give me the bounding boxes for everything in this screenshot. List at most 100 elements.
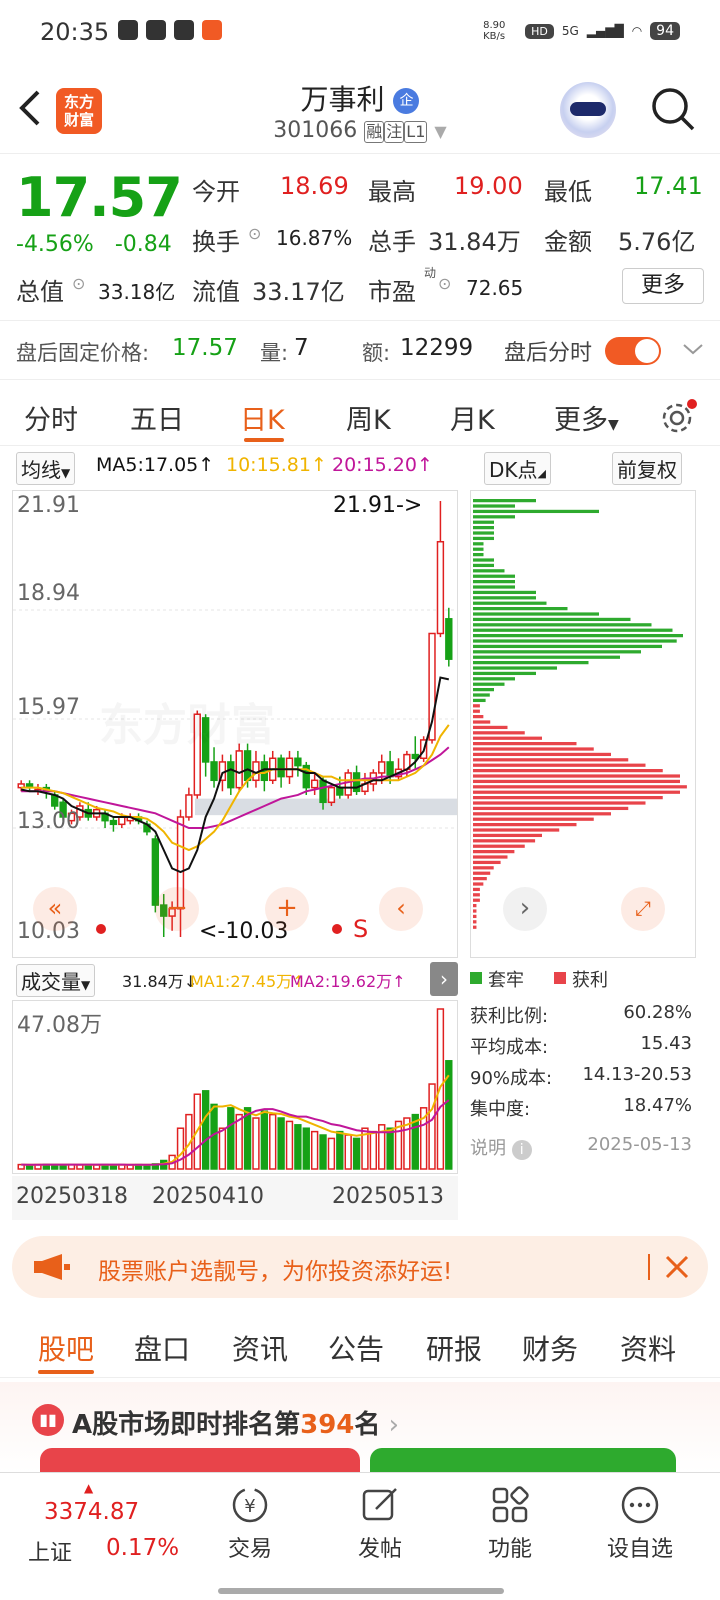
battery-icon: 94	[650, 22, 680, 40]
scroll-left-icon[interactable]: «	[33, 887, 77, 931]
y-tick: 21.91	[17, 493, 80, 518]
signal-dot	[96, 924, 106, 934]
info-icon[interactable]: ⊙	[438, 274, 451, 293]
float-value: 33.17亿	[252, 278, 345, 306]
tab-guba[interactable]: 股吧	[38, 1328, 94, 1368]
tab-research[interactable]: 研报	[426, 1328, 482, 1368]
chip-note-row: 说明 i 2025-05-13	[470, 1134, 706, 1165]
chip-bar-profit	[473, 898, 480, 902]
chip-bar-trapped	[473, 515, 515, 519]
volume-label: 总手	[368, 228, 416, 256]
promo-banner[interactable]: 股票账户选靓号，为你投资添好运!	[12, 1236, 708, 1298]
close-icon[interactable]	[664, 1254, 690, 1280]
chip-bar-trapped	[473, 655, 620, 659]
settings-gear-icon[interactable]	[660, 398, 698, 436]
candle-body	[378, 761, 386, 774]
tab-underline	[244, 438, 284, 442]
chevron-down-icon[interactable]	[682, 341, 704, 357]
info-icon[interactable]: ⊙	[248, 224, 261, 243]
home-indicator	[218, 1588, 504, 1594]
caret-down-icon: ▼	[608, 417, 619, 433]
step-left-icon[interactable]: ‹	[379, 887, 423, 931]
tab-news[interactable]: 资讯	[232, 1328, 288, 1368]
nav-trade[interactable]: ¥ 交易	[190, 1485, 310, 1563]
more-button[interactable]: 更多	[622, 268, 704, 304]
zoom-in-icon[interactable]: +	[265, 887, 309, 931]
kline-header: 均线▼ MA5:17.05↑ 10:15.81↑ 20:15.20↑ DK点◢ …	[12, 450, 712, 485]
candle-body	[185, 794, 193, 818]
chevron-down-icon[interactable]: ▼	[434, 122, 446, 141]
after-price-label: 盘后固定价格:	[16, 341, 150, 365]
dk-point-select[interactable]: DK点◢	[484, 452, 551, 485]
note-label[interactable]: 说明	[470, 1138, 506, 1159]
amount-label: 金额	[544, 228, 592, 256]
tab-profile[interactable]: 资料	[620, 1328, 676, 1368]
expand-arrow-icon[interactable]: ›	[430, 962, 458, 996]
turnover-label: 换手	[192, 228, 240, 256]
zoom-out-icon[interactable]: −	[155, 887, 199, 931]
volume-ma2: MA2:19.62万↑	[290, 972, 406, 991]
chip-svg	[473, 499, 687, 929]
chip-next-icon[interactable]: ›	[503, 887, 547, 931]
change-abs: -0.84	[114, 232, 172, 257]
current-price: 17.57	[16, 166, 183, 229]
chip-bar-profit	[473, 828, 560, 832]
chip-bar-trapped	[473, 693, 490, 697]
volume-header: 成交量▼ 31.84万↓ MA1:27.45万↑ MA2:19.62万↑ ›	[12, 962, 458, 997]
index-pct: 0.17%	[106, 1535, 180, 1561]
nav-post[interactable]: 发帖	[320, 1485, 440, 1563]
kline-chart[interactable]: 21.91 18.94 15.97 13.00 10.03 21.91-> <-…	[12, 490, 458, 958]
chip-bar-trapped	[473, 531, 494, 535]
candle-body	[277, 757, 285, 778]
tab-daily-k[interactable]: 日K	[240, 398, 285, 437]
chip-bar-trapped	[473, 682, 505, 686]
chip-bar-trapped	[473, 628, 673, 632]
tab-monthly-k[interactable]: 月K	[450, 398, 495, 437]
nav-functions[interactable]: 功能	[450, 1485, 570, 1563]
info-icon[interactable]: i	[511, 1140, 532, 1160]
chip-row: 平均成本: 15.43	[470, 1033, 692, 1058]
tab-five-day[interactable]: 五日	[130, 398, 184, 437]
market-rank-row[interactable]: ▮▮ A股市场即时排名第394名 ›	[0, 1382, 720, 1472]
chip-bar-profit	[473, 812, 611, 816]
tab-announcements[interactable]: 公告	[328, 1328, 384, 1368]
volume-chart[interactable]: 47.08万	[12, 1000, 458, 1174]
chip-bar-trapped	[473, 639, 677, 643]
volume-value: 31.84万	[428, 228, 521, 256]
chip-bar-trapped	[473, 536, 494, 541]
rank-text: A股市场即时排名第394名 ›	[72, 1410, 400, 1440]
tab-intraday[interactable]: 分时	[24, 398, 78, 437]
date-tick: 20250410	[152, 1184, 264, 1209]
search-icon[interactable]	[650, 86, 696, 132]
nav-add-watchlist[interactable]: 设自选	[580, 1485, 700, 1563]
chip-bar-profit	[473, 715, 484, 719]
tab-more[interactable]: 更多▼	[554, 398, 619, 437]
change-row: -4.56% -0.84	[16, 232, 172, 257]
ma-select[interactable]: 均线▼	[16, 452, 76, 485]
caret-up-icon: ▲	[84, 1481, 94, 1495]
chip-bar-trapped	[473, 509, 599, 514]
chip-distribution-chart[interactable]: › ⤢	[470, 490, 696, 958]
subtab-underline	[38, 1370, 94, 1374]
candle-body	[436, 540, 445, 635]
chip-bar-profit	[473, 844, 525, 848]
amount-value: 5.76亿	[618, 228, 696, 256]
expand-icon[interactable]: ⤢	[621, 887, 665, 931]
tab-finance[interactable]: 财务	[522, 1328, 578, 1368]
ai-assistant-avatar[interactable]	[560, 82, 616, 138]
high-label: 最高	[368, 178, 416, 206]
chip-bar-profit	[473, 790, 680, 794]
volume-y-tick: 47.08万	[17, 1013, 102, 1038]
after-hours-toggle[interactable]	[605, 337, 661, 365]
date-tick: 20250513	[332, 1184, 444, 1209]
info-icon[interactable]: ⊙	[72, 274, 85, 293]
adjust-select[interactable]: 前复权	[612, 452, 682, 485]
ma5-value: MA5:17.05↑	[96, 454, 215, 476]
volume-select[interactable]: 成交量▼	[16, 964, 96, 997]
tab-pankou[interactable]: 盘口	[134, 1328, 190, 1368]
chip-bar-trapped	[473, 623, 652, 627]
tab-weekly-k[interactable]: 周K	[346, 398, 391, 437]
volume-bar	[319, 1134, 327, 1170]
tag-margin: 融	[364, 121, 385, 143]
candle-body	[310, 779, 319, 789]
